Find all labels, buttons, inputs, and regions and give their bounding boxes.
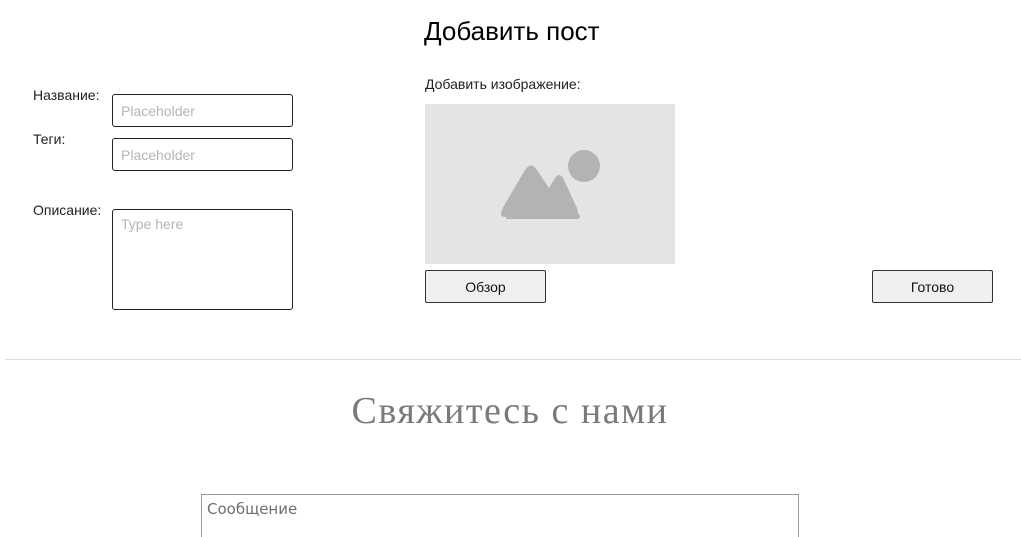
page-title: Добавить пост <box>424 16 600 46</box>
section-divider <box>5 359 1021 360</box>
tags-label: Теги: <box>33 131 66 147</box>
message-textarea[interactable] <box>201 494 799 537</box>
image-placeholder-icon <box>501 150 600 219</box>
done-button[interactable]: Готово <box>872 270 993 303</box>
page: Добавить пост Название: Теги: Описание: … <box>0 0 1021 537</box>
name-input[interactable] <box>112 94 293 127</box>
description-label: Описание: <box>33 202 102 218</box>
description-textarea[interactable] <box>112 209 293 310</box>
contact-title: Свяжитесь с нами <box>351 390 669 432</box>
name-label: Название: <box>33 87 100 103</box>
image-label: Добавить изображение: <box>425 76 581 92</box>
tags-input[interactable] <box>112 138 293 171</box>
browse-button[interactable]: Обзор <box>425 270 546 303</box>
image-preview <box>425 104 675 264</box>
